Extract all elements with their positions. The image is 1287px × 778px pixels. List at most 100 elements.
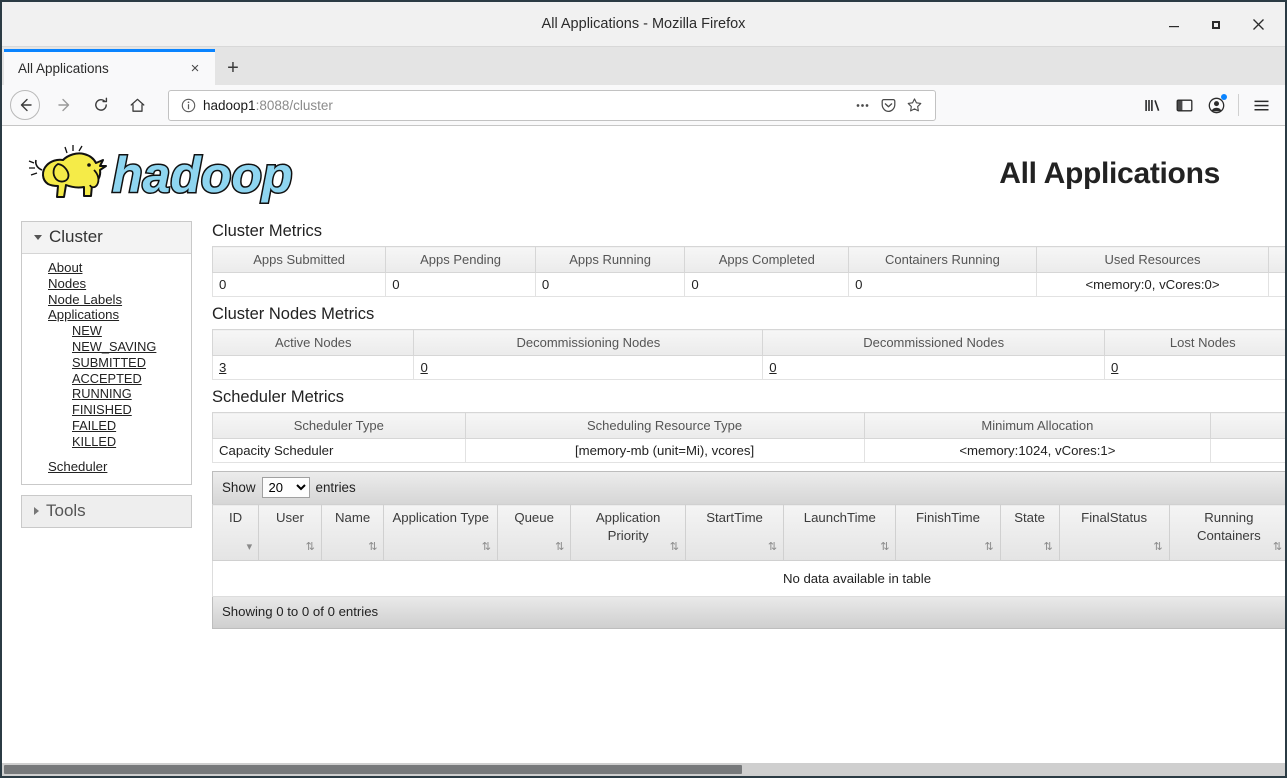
hadoop-logo[interactable]: hadoop <box>20 140 325 208</box>
horizontal-scrollbar-thumb[interactable] <box>4 765 742 774</box>
col-apps-running: Apps Running <box>534 246 686 273</box>
sidebar-link-scheduler[interactable]: Scheduler <box>48 459 107 474</box>
sidebar-link-killed[interactable]: KILLED <box>72 434 116 449</box>
col-starttime[interactable]: StartTime ⇅ <box>684 504 785 561</box>
col-launchtime[interactable]: LaunchTime ⇅ <box>783 504 897 561</box>
hamburger-menu-icon[interactable] <box>1245 90 1277 120</box>
page-size-select[interactable]: 20 40 60 80 100 <box>261 477 310 498</box>
sidebar-item-running[interactable]: RUNNING <box>22 386 191 402</box>
col-user[interactable]: User ⇅ <box>258 504 322 561</box>
page-body: Cluster About Nodes Node Labels Applicat… <box>2 221 1285 629</box>
close-icon[interactable] <box>1237 9 1279 41</box>
sidebar-cluster-block: Cluster About Nodes Node Labels Applicat… <box>21 221 192 486</box>
home-icon[interactable] <box>120 90 154 120</box>
reload-icon[interactable] <box>84 90 118 120</box>
col-scheduler-type: Scheduler Type <box>212 412 466 439</box>
tab-close-icon[interactable]: × <box>185 59 205 79</box>
sidebar-link-accepted[interactable]: ACCEPTED <box>72 371 142 386</box>
url-bar[interactable]: hadoop1:8088/cluster <box>168 89 936 121</box>
sort-both-icon[interactable]: ⇅ <box>306 538 315 556</box>
sidebar-item-applications[interactable]: Applications <box>22 307 191 323</box>
sort-both-icon[interactable]: ⇅ <box>670 538 679 556</box>
sidebar-icon[interactable] <box>1168 90 1200 120</box>
site-info-icon[interactable] <box>177 94 199 116</box>
val-apps-completed: 0 <box>684 272 850 297</box>
horizontal-scrollbar[interactable] <box>2 763 1285 776</box>
col-name[interactable]: Name ⇅ <box>320 504 385 561</box>
tab-label: All Applications <box>18 61 109 76</box>
page-actions-icon[interactable] <box>849 92 875 118</box>
col-finalstatus[interactable]: FinalStatus ⇅ <box>1058 504 1170 561</box>
scheduler-metrics-header-row: Scheduler Type Scheduling Resource Type … <box>212 412 1285 439</box>
sort-both-icon[interactable]: ⇅ <box>768 538 777 556</box>
sidebar-item-node-labels[interactable]: Node Labels <box>22 292 191 308</box>
empty-message: No data available in table <box>212 560 1285 597</box>
sort-both-icon[interactable]: ⇅ <box>1273 538 1282 556</box>
url-text[interactable]: hadoop1:8088/cluster <box>199 98 849 113</box>
sidebar-link-about[interactable]: About <box>48 260 82 275</box>
back-icon[interactable] <box>10 90 40 120</box>
val-decommissioning-nodes: 0 <box>413 355 764 380</box>
sidebar-item-nodes[interactable]: Nodes <box>22 276 191 292</box>
col-minimum-allocation: Minimum Allocation <box>863 412 1212 439</box>
sort-both-icon[interactable]: ⇅ <box>482 538 491 556</box>
browser-tab-all-applications[interactable]: All Applications × <box>4 49 215 85</box>
col-starttime-label: StartTime <box>706 510 763 525</box>
bookmark-star-icon[interactable] <box>901 92 927 118</box>
sort-both-icon[interactable]: ⇅ <box>368 538 377 556</box>
val-minimum-allocation: <memory:1024, vCores:1> <box>863 438 1212 463</box>
sidebar-link-new[interactable]: NEW <box>72 323 102 338</box>
sidebar-item-about[interactable]: About <box>22 260 191 276</box>
col-state[interactable]: State ⇅ <box>999 504 1060 561</box>
sidebar: Cluster About Nodes Node Labels Applicat… <box>2 221 192 538</box>
sort-desc-icon[interactable]: ▾ <box>247 538 253 556</box>
minimize-icon[interactable] <box>1153 9 1195 41</box>
sort-both-icon[interactable]: ⇅ <box>1153 538 1162 556</box>
link-lost-nodes[interactable]: 0 <box>1111 360 1118 375</box>
sidebar-item-accepted[interactable]: ACCEPTED <box>22 371 191 387</box>
sidebar-cluster-header[interactable]: Cluster <box>22 222 191 254</box>
sidebar-link-nodes[interactable]: Nodes <box>48 276 86 291</box>
col-application-type[interactable]: Application Type ⇅ <box>383 504 498 561</box>
sidebar-item-new[interactable]: NEW <box>22 323 191 339</box>
sidebar-item-failed[interactable]: FAILED <box>22 418 191 434</box>
col-application-priority-label: Application Priority <box>595 510 661 543</box>
sidebar-link-failed[interactable]: FAILED <box>72 418 116 433</box>
chevron-right-icon <box>34 507 39 516</box>
sidebar-item-scheduler[interactable]: Scheduler <box>22 459 191 475</box>
link-active-nodes[interactable]: 3 <box>219 360 226 375</box>
col-id[interactable]: ID ▾ <box>211 504 260 561</box>
sidebar-link-running[interactable]: RUNNING <box>72 386 132 401</box>
sidebar-item-finished[interactable]: FINISHED <box>22 402 191 418</box>
library-icon[interactable] <box>1136 90 1168 120</box>
sidebar-item-new-saving[interactable]: NEW_SAVING <box>22 339 191 355</box>
sidebar-link-node-labels[interactable]: Node Labels <box>48 292 122 307</box>
sort-both-icon[interactable]: ⇅ <box>984 538 993 556</box>
col-lost-nodes: Lost Nodes <box>1104 329 1285 356</box>
col-running-containers[interactable]: Running Containers ⇅ <box>1168 504 1285 561</box>
new-tab-button[interactable]: + <box>215 52 251 85</box>
sidebar-link-new-saving[interactable]: NEW_SAVING <box>72 339 156 354</box>
link-decommissioned-nodes[interactable]: 0 <box>769 360 776 375</box>
sidebar-item-submitted[interactable]: SUBMITTED <box>22 355 191 371</box>
sidebar-link-finished[interactable]: FINISHED <box>72 402 132 417</box>
sidebar-tools-header[interactable]: Tools <box>22 496 191 528</box>
sort-both-icon[interactable]: ⇅ <box>1043 538 1052 556</box>
page-viewport: hadoop All Applications Cluster About No… <box>2 126 1285 763</box>
pocket-icon[interactable] <box>875 92 901 118</box>
sidebar-link-submitted[interactable]: SUBMITTED <box>72 355 146 370</box>
sort-both-icon[interactable]: ⇅ <box>555 538 564 556</box>
scheduler-metrics-table: Scheduler Type Scheduling Resource Type … <box>212 412 1285 463</box>
link-decommissioning-nodes[interactable]: 0 <box>420 360 427 375</box>
forward-icon[interactable] <box>48 90 82 120</box>
val-total-resources: <memory:24576, v <box>1268 272 1285 297</box>
val-maximum-allocation: <memory <box>1210 438 1285 463</box>
maximize-icon[interactable] <box>1195 9 1237 41</box>
col-application-priority[interactable]: Application Priority ⇅ <box>570 504 686 561</box>
sort-both-icon[interactable]: ⇅ <box>880 538 889 556</box>
sidebar-link-applications[interactable]: Applications <box>48 307 119 322</box>
col-finishtime[interactable]: FinishTime ⇅ <box>895 504 1001 561</box>
account-icon[interactable] <box>1200 90 1232 120</box>
col-queue[interactable]: Queue ⇅ <box>496 504 572 561</box>
sidebar-item-killed[interactable]: KILLED <box>22 434 191 450</box>
